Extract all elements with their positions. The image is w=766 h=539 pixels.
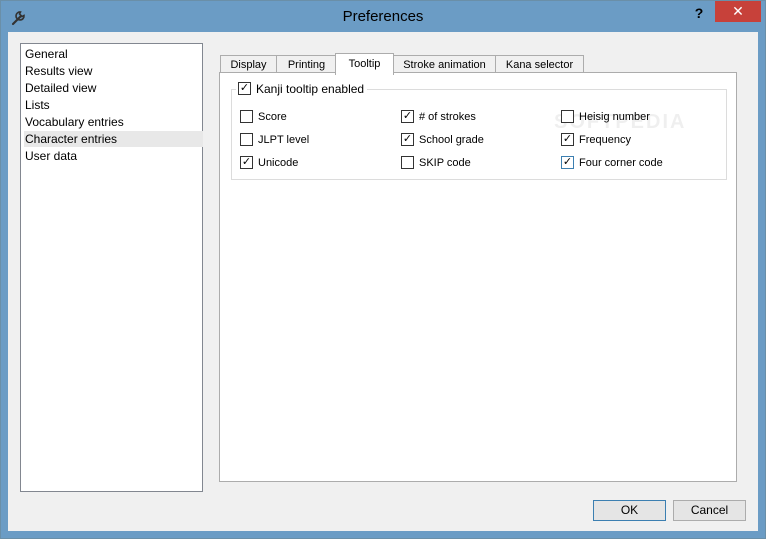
category-item-results-view[interactable]: Results view [24, 63, 203, 79]
window-title: Preferences [342, 8, 424, 25]
close-button[interactable]: ✕ [715, 1, 761, 22]
option-school-grade[interactable]: ✓ School grade [401, 132, 484, 148]
dialog-client-area: General Results view Detailed view Lists… [8, 32, 758, 531]
category-item-general[interactable]: General [24, 46, 203, 62]
option-heisig-number[interactable]: Heisig number [561, 109, 650, 125]
option-unicode[interactable]: ✓ Unicode [240, 155, 298, 171]
check-icon: ✓ [241, 155, 252, 168]
skip-code-checkbox[interactable] [401, 155, 414, 169]
option-stroke-count[interactable]: ✓ # of strokes [401, 109, 476, 125]
check-icon: ✓ [402, 109, 413, 122]
title-bar[interactable]: Preferences ? ✕ [1, 1, 765, 32]
category-item-lists[interactable]: Lists [24, 97, 203, 113]
category-item-vocabulary-entries[interactable]: Vocabulary entries [24, 114, 203, 130]
help-button[interactable]: ? [689, 3, 709, 23]
option-frequency[interactable]: ✓ Frequency [561, 132, 631, 148]
heisig-number-checkbox[interactable] [561, 109, 574, 123]
option-four-corner-code[interactable]: ✓ Four corner code [561, 155, 663, 171]
category-item-character-entries[interactable]: Character entries [24, 131, 203, 147]
tooltip-tab-panel: SOFTPEDIA Score ✓ # of strokes Heisig num… [219, 72, 737, 482]
score-checkbox[interactable] [240, 109, 253, 123]
option-jlpt-level[interactable]: JLPT level [240, 132, 309, 148]
kanji-tooltip-enabled-checkbox[interactable]: ✓ [238, 82, 251, 96]
check-icon: ✓ [562, 155, 573, 168]
cancel-button[interactable]: Cancel [673, 500, 746, 521]
four-corner-code-checkbox[interactable]: ✓ [561, 155, 574, 169]
jlpt-level-checkbox[interactable] [240, 132, 253, 146]
check-icon: ✓ [402, 132, 413, 145]
close-icon: ✕ [732, 3, 744, 19]
frequency-checkbox[interactable]: ✓ [561, 132, 574, 146]
check-icon: ✓ [239, 82, 250, 95]
option-skip-code[interactable]: SKIP code [401, 155, 471, 171]
check-icon: ✓ [562, 132, 573, 145]
category-item-detailed-view[interactable]: Detailed view [24, 80, 203, 96]
tab-tooltip[interactable]: Tooltip [335, 53, 394, 75]
help-icon: ? [694, 5, 704, 21]
option-score[interactable]: Score [240, 109, 287, 125]
preferences-window: Preferences ? ✕ General Results view Det… [0, 0, 766, 539]
school-grade-checkbox[interactable]: ✓ [401, 132, 414, 146]
unicode-checkbox[interactable]: ✓ [240, 155, 253, 169]
kanji-tooltip-enabled[interactable]: ✓ Kanji tooltip enabled [236, 81, 368, 97]
ok-button[interactable]: OK [593, 500, 666, 521]
kanji-tooltip-group: SOFTPEDIA Score ✓ # of strokes Heisig num… [231, 89, 727, 180]
category-list[interactable]: General Results view Detailed view Lists… [20, 43, 203, 492]
stroke-count-checkbox[interactable]: ✓ [401, 109, 414, 123]
category-item-user-data[interactable]: User data [24, 148, 203, 164]
